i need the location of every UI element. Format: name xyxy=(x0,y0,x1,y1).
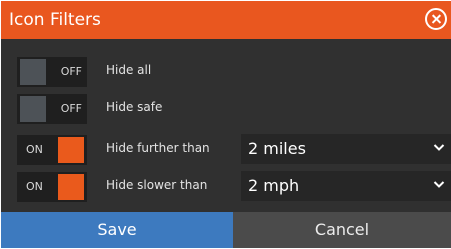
hide-all-toggle[interactable]: OFF xyxy=(17,57,87,87)
toggle-knob xyxy=(20,59,46,85)
toggle-state-label: OFF xyxy=(60,65,82,78)
distance-select[interactable]: 2 miles xyxy=(241,134,451,164)
filter-row-hide-further-than: ON Hide further than 2 miles xyxy=(1,131,451,167)
hide-slower-than-toggle[interactable]: ON xyxy=(17,172,87,202)
chevron-down-icon xyxy=(433,181,445,188)
close-icon[interactable] xyxy=(425,8,447,30)
toggle-state-label: ON xyxy=(26,143,43,156)
filter-row-hide-safe: OFF Hide safe xyxy=(1,90,451,126)
hide-slower-than-label: Hide slower than xyxy=(106,178,208,192)
hide-safe-label: Hide safe xyxy=(106,100,163,114)
toggle-knob xyxy=(58,174,84,200)
toggle-state-label: ON xyxy=(26,180,43,193)
chevron-down-icon xyxy=(433,144,445,151)
toggle-state-label: OFF xyxy=(60,102,82,115)
filter-row-hide-slower-than: ON Hide slower than 2 mph xyxy=(1,168,451,204)
hide-further-than-toggle[interactable]: ON xyxy=(17,135,87,165)
title-bar: Icon Filters xyxy=(1,1,451,39)
cancel-button[interactable]: Cancel xyxy=(233,212,451,248)
distance-select-value: 2 miles xyxy=(248,139,306,158)
dialog-title: Icon Filters xyxy=(9,10,101,30)
filter-row-hide-all: OFF Hide all xyxy=(1,53,451,89)
hide-further-than-label: Hide further than xyxy=(106,141,210,155)
save-button[interactable]: Save xyxy=(1,212,233,248)
speed-select[interactable]: 2 mph xyxy=(241,171,451,201)
hide-safe-toggle[interactable]: OFF xyxy=(17,94,87,124)
toggle-knob xyxy=(58,137,84,163)
icon-filters-dialog: Icon Filters OFF Hide all OFF Hide safe … xyxy=(1,1,451,248)
speed-select-value: 2 mph xyxy=(248,176,300,195)
hide-all-label: Hide all xyxy=(106,63,152,77)
toggle-knob xyxy=(20,96,46,122)
